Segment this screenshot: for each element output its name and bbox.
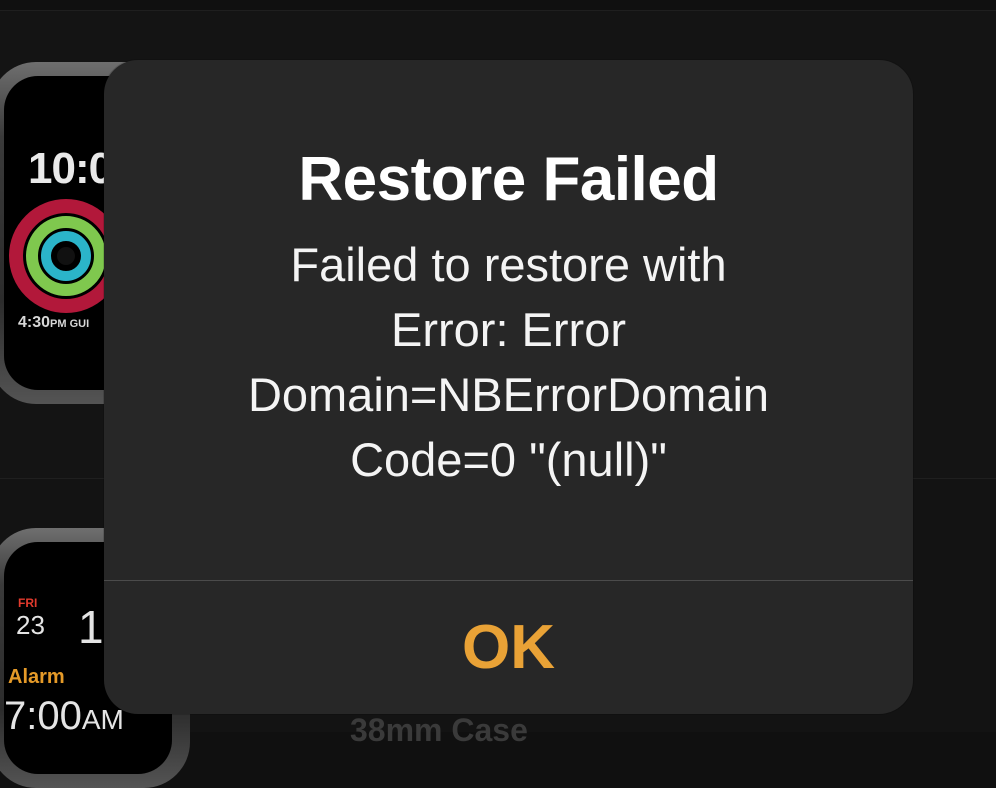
alert-title: Restore Failed xyxy=(298,145,719,214)
watch-time: 10:0 xyxy=(28,144,113,193)
watch-complication-time: 4:30PM GUI xyxy=(18,314,90,331)
ok-button[interactable]: OK xyxy=(104,581,913,714)
alert-message: Failed to restore with Error: Error Doma… xyxy=(146,232,871,492)
alert-message-line: Failed to restore with xyxy=(290,238,727,291)
background-case-size-text: 38mm Case xyxy=(350,712,528,748)
alert-message-line: Error: Error xyxy=(391,303,626,356)
alert-message-line: Domain=NBErrorDomain xyxy=(247,368,770,421)
watch-large-number: 1 xyxy=(78,601,104,653)
alert-message-line: Code=0 "(null)" xyxy=(350,433,667,486)
watch-date: 23 xyxy=(16,610,45,640)
watch-day: FRI xyxy=(18,596,38,610)
watch-alarm-label: Alarm xyxy=(8,666,65,688)
restore-failed-alert: Restore Failed Failed to restore with Er… xyxy=(104,60,913,714)
top-divider xyxy=(0,10,996,11)
